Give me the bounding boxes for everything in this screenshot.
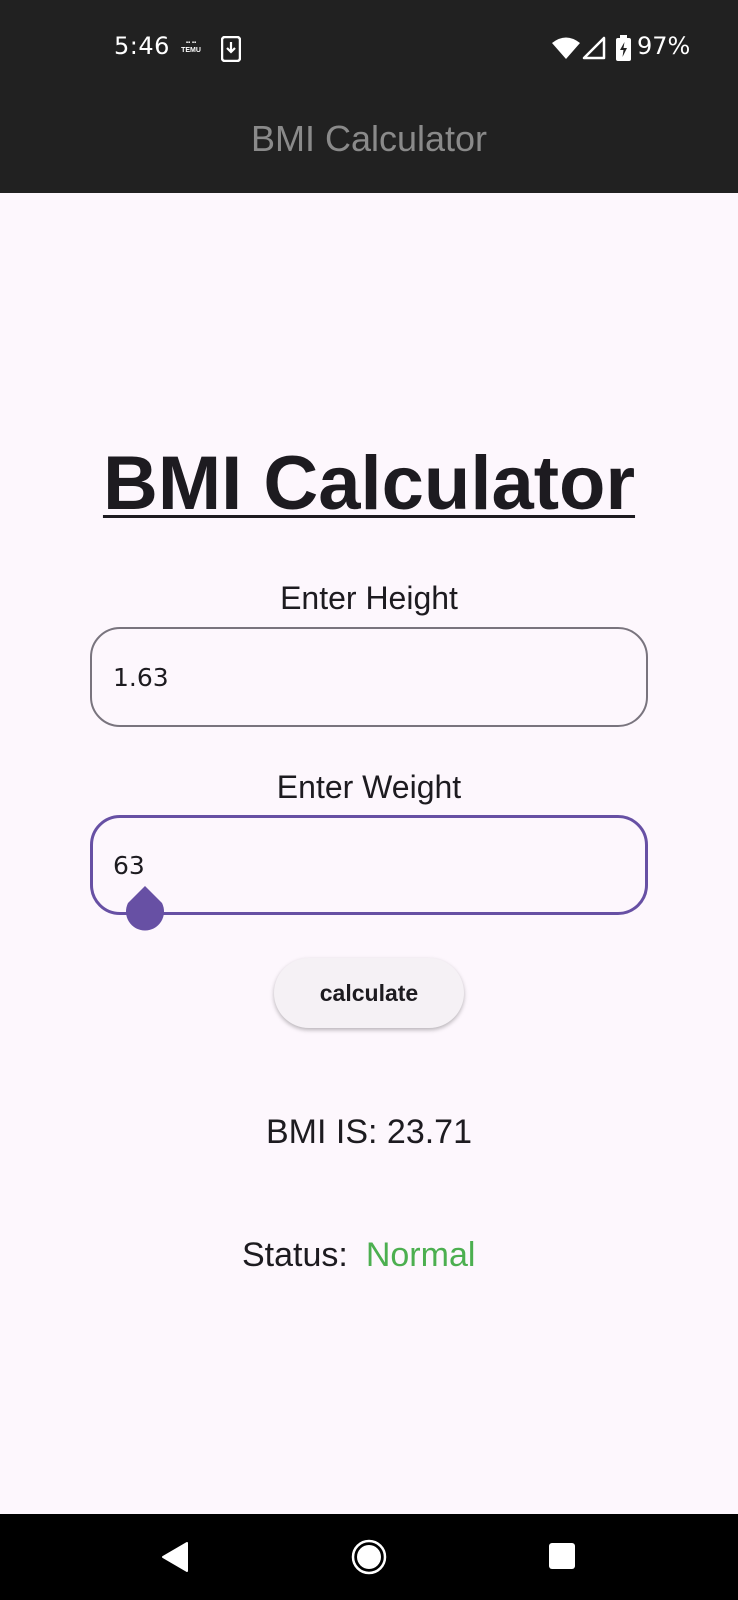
weight-input-value: 63: [113, 851, 145, 880]
height-input-value: 1.63: [113, 663, 169, 692]
height-input[interactable]: 1.63: [90, 627, 648, 727]
weight-label: Enter Weight: [276, 769, 462, 805]
home-icon[interactable]: [351, 1539, 387, 1575]
temu-icon: ▪▪ ▪▪ TEMU: [177, 40, 205, 58]
status-value: Normal: [365, 1236, 476, 1274]
battery-percent: 97%: [637, 32, 691, 60]
signal-icon: [582, 36, 606, 60]
page-heading: BMI Calculator: [102, 441, 636, 526]
recents-icon[interactable]: [548, 1542, 576, 1570]
calculate-button[interactable]: calculate: [274, 958, 464, 1028]
back-icon[interactable]: [160, 1540, 190, 1574]
status-bar: 5:46 ▪▪ ▪▪ TEMU 97%: [0, 0, 738, 96]
navigation-bar: [0, 1514, 738, 1600]
text-cursor-handle[interactable]: [124, 884, 166, 936]
weight-input[interactable]: 63: [90, 815, 648, 915]
wifi-icon: [552, 37, 580, 59]
bmi-result: BMI IS: 23.71: [266, 1113, 472, 1151]
status-time: 5:46: [114, 32, 170, 60]
height-label: Enter Height: [280, 580, 458, 616]
download-icon: [221, 36, 241, 62]
battery-charging-icon: [616, 35, 631, 61]
bmi-status: Status: Normal: [242, 1236, 475, 1275]
status-label: Status:: [242, 1236, 348, 1274]
temu-icon-text: TEMU: [181, 47, 201, 54]
app-bar: BMI Calculator: [0, 96, 738, 193]
app-bar-title: BMI Calculator: [250, 118, 488, 159]
